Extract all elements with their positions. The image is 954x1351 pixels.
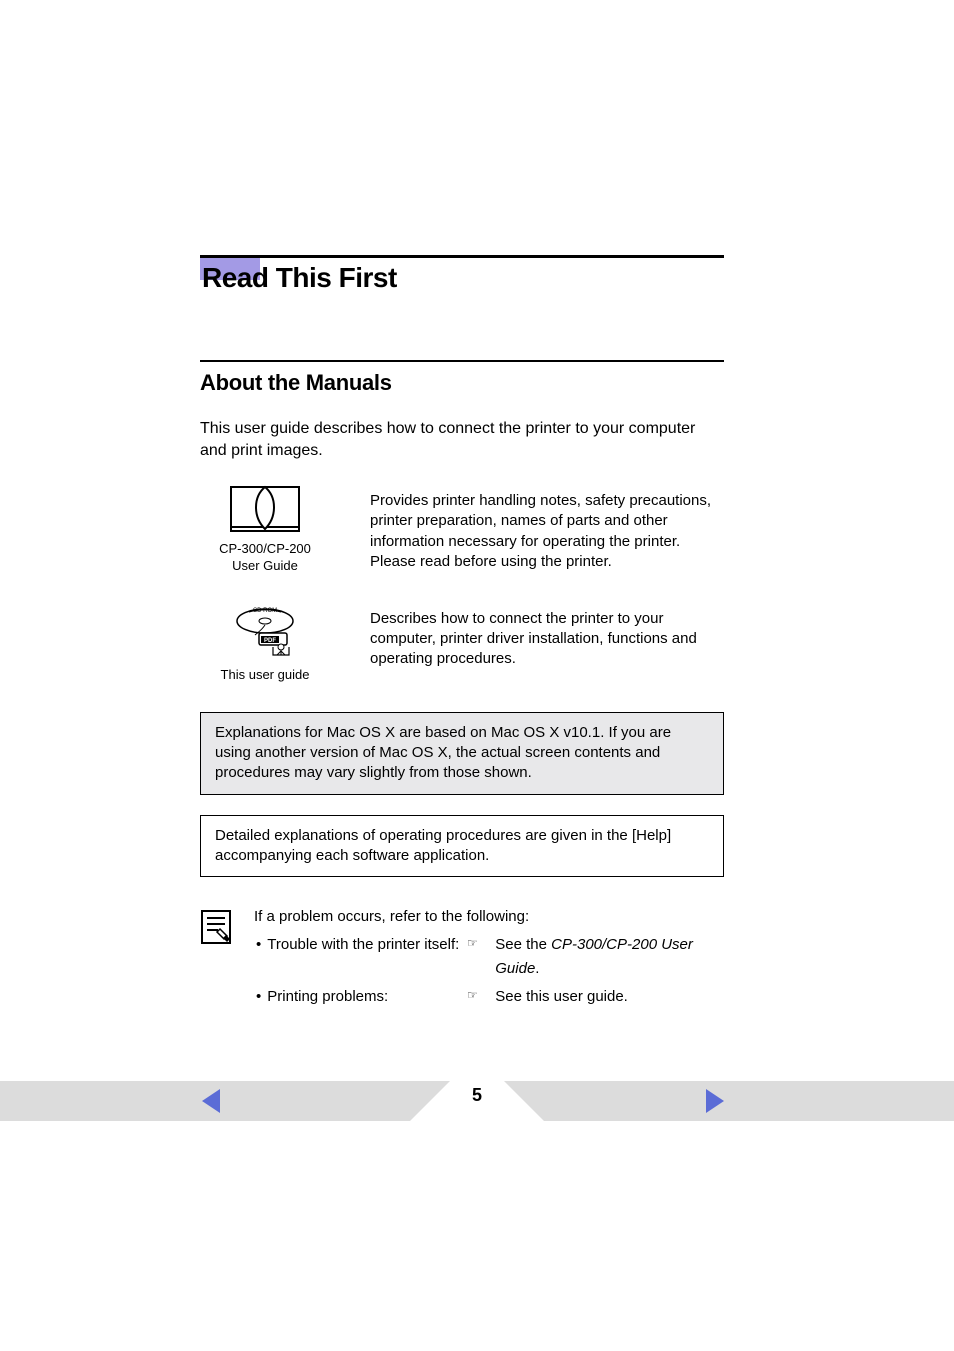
manual-description: Provides printer handling notes, safety … <box>370 485 724 572</box>
hand-pointer-icon: ☞ <box>467 933 489 955</box>
troubleshoot-item: • Printing problems: ☞ See this user gui… <box>254 985 724 1009</box>
ref-prefix: See the <box>495 936 551 953</box>
svg-text:☞: ☞ <box>467 937 478 949</box>
manual-caption: CP-300/CP-200 User Guide <box>219 541 311 575</box>
hand-pointer-icon: ☞ <box>467 985 489 1007</box>
ref-suffix: . <box>535 960 539 977</box>
manual-entry: CP-300/CP-200 User Guide Provides printe… <box>200 485 724 575</box>
subsection-block: About the Manuals <box>200 360 724 396</box>
bullet-icon: • <box>256 933 261 957</box>
bullet-icon: • <box>256 985 261 1009</box>
troubleshoot-intro: If a problem occurs, refer to the follow… <box>254 905 724 929</box>
manual-entry: CD ROM PDF This user guide Describes how… <box>200 603 724 684</box>
intro-text: This user guide describes how to connect… <box>200 418 724 461</box>
next-page-button[interactable] <box>706 1089 724 1113</box>
manual-caption: This user guide <box>221 667 310 684</box>
troubleshoot-item: • Trouble with the printer itself: ☞ See… <box>254 933 724 981</box>
svg-text:☞: ☞ <box>467 989 478 1001</box>
troubleshoot-block: If a problem occurs, refer to the follow… <box>200 905 724 1009</box>
page-number: 5 <box>0 1085 954 1106</box>
subsection-title: About the Manuals <box>200 370 724 396</box>
manual-icon-column: CP-300/CP-200 User Guide <box>200 485 330 575</box>
cdrom-pdf-icon: CD ROM PDF <box>229 603 301 661</box>
manual-description: Describes how to connect the printer to … <box>370 603 724 670</box>
note-box-help: Detailed explanations of operating proce… <box>200 815 724 878</box>
troubleshoot-ref: See the CP-300/CP-200 User Guide. <box>495 933 724 981</box>
section-title: Read This First <box>200 258 724 300</box>
troubleshoot-label: Trouble with the printer itself: <box>267 933 467 957</box>
troubleshoot-text: If a problem occurs, refer to the follow… <box>254 905 724 1009</box>
troubleshoot-label: Printing problems: <box>267 985 467 1009</box>
page: Read This First About the Manuals This u… <box>0 0 954 1351</box>
troubleshoot-ref: See this user guide. <box>495 985 628 1009</box>
svg-text:PDF: PDF <box>264 638 276 644</box>
ref-prefix: See this user guide. <box>495 988 628 1005</box>
page-footer: 5 <box>0 1081 954 1121</box>
svg-text:CD ROM: CD ROM <box>253 608 277 614</box>
open-book-icon <box>229 485 301 535</box>
note-box-osx: Explanations for Mac OS X are based on M… <box>200 712 724 795</box>
manual-icon-column: CD ROM PDF This user guide <box>200 603 330 684</box>
note-page-icon <box>200 909 234 947</box>
section-title-block: Read This First <box>200 255 724 300</box>
